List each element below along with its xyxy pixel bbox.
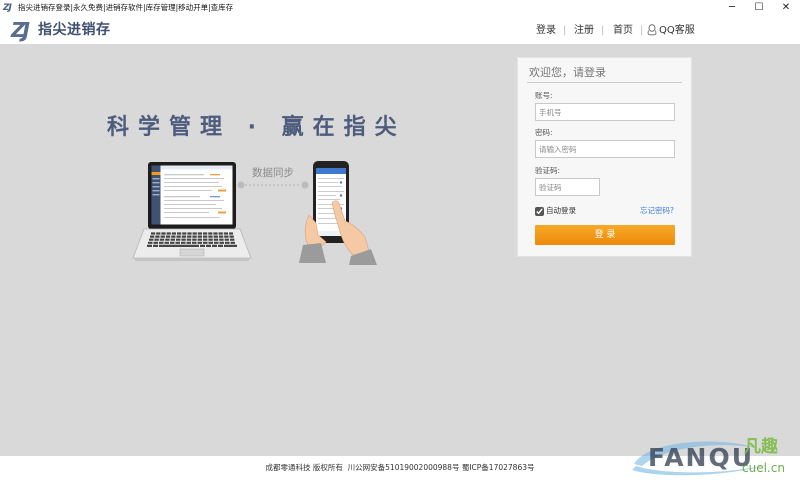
- captcha-input[interactable]: [535, 178, 600, 196]
- nav-separator: |: [563, 25, 567, 36]
- login-title: 欢迎您，请登录: [529, 66, 606, 79]
- nav-login-link[interactable]: 登录: [536, 24, 556, 37]
- forgot-password-link[interactable]: 忘记密码?: [640, 206, 674, 216]
- account-label: 账号:: [535, 91, 553, 100]
- account-input[interactable]: [535, 103, 675, 121]
- minimize-icon[interactable]: ─: [718, 0, 746, 16]
- auto-login-label[interactable]: 自动登录: [546, 206, 576, 216]
- app-icon: ZJ: [3, 3, 12, 13]
- nav-separator: |: [640, 25, 644, 36]
- window-title: 指尖进销存登录|永久免费|进销存软件|库存管理|移动开单|查库存: [18, 3, 234, 12]
- password-input[interactable]: [535, 140, 675, 158]
- nav-home-link[interactable]: 首页: [613, 24, 633, 37]
- nav-qq-service-link[interactable]: QQ客服: [659, 24, 695, 37]
- nav-separator: |: [601, 25, 605, 36]
- watermark-brand: FANQU: [648, 443, 755, 472]
- login-submit-button[interactable]: 登 录: [535, 225, 675, 245]
- password-label: 密码:: [535, 128, 553, 137]
- watermark-brand-cn: 凡趣: [744, 437, 778, 457]
- logo-text[interactable]: 指尖进销存: [38, 21, 111, 39]
- watermark-domain: cuel.cn: [742, 461, 785, 475]
- phone-in-hand-illustration: [299, 161, 377, 265]
- logo-icon[interactable]: ZJ: [11, 19, 30, 41]
- qq-icon[interactable]: [647, 24, 657, 36]
- login-title-divider: [527, 82, 682, 83]
- sync-label: 数据同步: [252, 167, 294, 179]
- hero-slogan: 科学管理 · 赢在指尖: [107, 115, 406, 140]
- captcha-label: 验证码:: [535, 166, 561, 175]
- auto-login-checkbox[interactable]: [535, 207, 544, 216]
- left-sleeve-illustration: [299, 243, 326, 263]
- close-icon[interactable]: ✕: [772, 0, 800, 16]
- maximize-icon[interactable]: ☐: [745, 0, 773, 16]
- nav-register-link[interactable]: 注册: [574, 24, 594, 37]
